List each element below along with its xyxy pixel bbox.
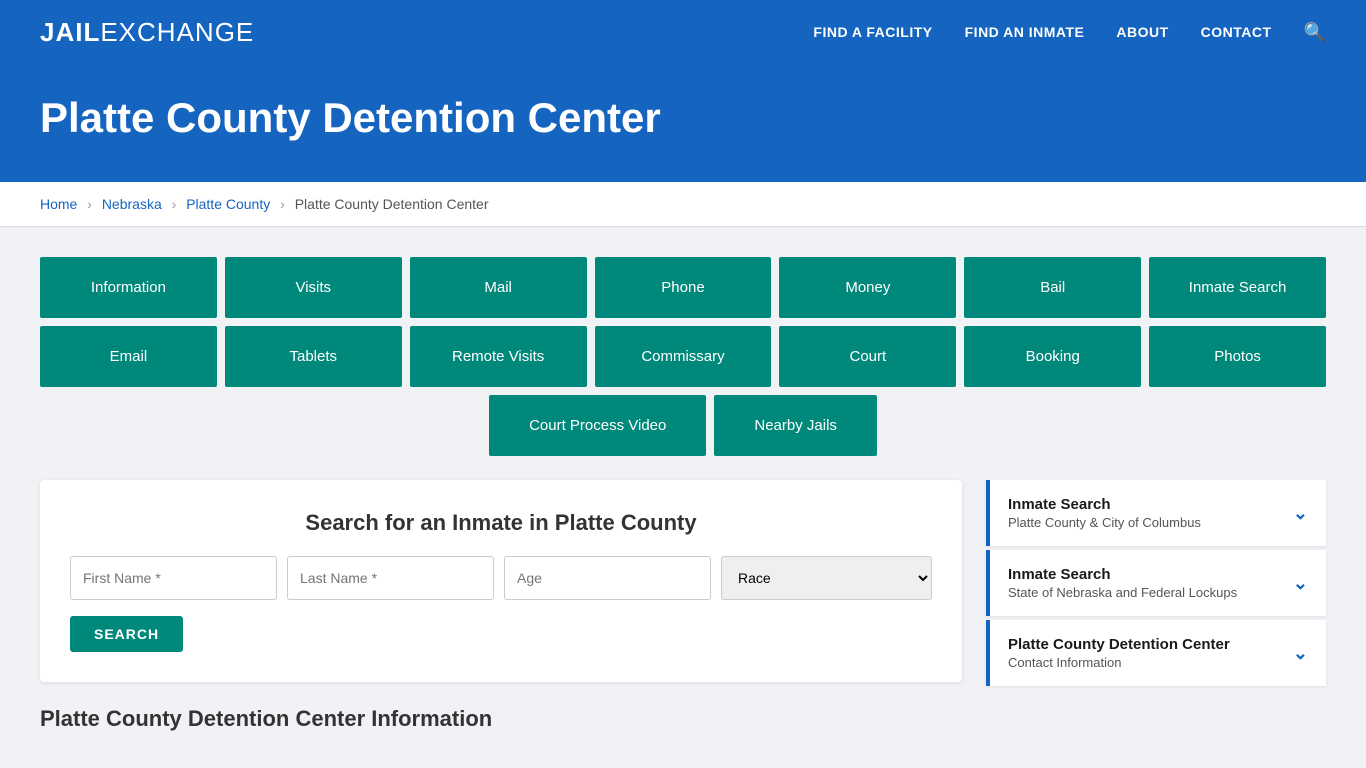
main-nav: FIND A FACILITY FIND AN INMATE ABOUT CON… bbox=[813, 22, 1326, 43]
content-area: Search for an Inmate in Platte County Ra… bbox=[40, 480, 1326, 732]
logo[interactable]: JAILEXCHANGE bbox=[40, 17, 254, 48]
chevron-down-icon-2: ⌄ bbox=[1293, 643, 1308, 664]
button-grid-row3: Court Process Video Nearby Jails bbox=[40, 395, 1326, 456]
logo-light: EXCHANGE bbox=[100, 17, 254, 47]
chevron-down-icon-0: ⌄ bbox=[1293, 503, 1308, 524]
sidebar-item-0-title: Inmate Search bbox=[1008, 496, 1201, 513]
sidebar: Inmate Search Platte County & City of Co… bbox=[986, 480, 1326, 690]
btn-photos[interactable]: Photos bbox=[1149, 326, 1326, 387]
last-name-input[interactable] bbox=[287, 556, 494, 600]
btn-commissary[interactable]: Commissary bbox=[595, 326, 772, 387]
btn-phone[interactable]: Phone bbox=[595, 257, 772, 318]
btn-court-process-video[interactable]: Court Process Video bbox=[489, 395, 706, 456]
btn-visits[interactable]: Visits bbox=[225, 257, 402, 318]
sidebar-item-1[interactable]: Inmate Search State of Nebraska and Fede… bbox=[986, 550, 1326, 616]
breadcrumb-sep-2: › bbox=[172, 196, 177, 212]
breadcrumb-sep-1: › bbox=[87, 196, 92, 212]
breadcrumb: Home › Nebraska › Platte County › Platte… bbox=[0, 182, 1366, 227]
sidebar-item-2-title: Platte County Detention Center bbox=[1008, 636, 1230, 653]
breadcrumb-platte-county[interactable]: Platte County bbox=[186, 196, 270, 212]
header: JAILEXCHANGE FIND A FACILITY FIND AN INM… bbox=[0, 0, 1366, 64]
sidebar-item-0-subtitle: Platte County & City of Columbus bbox=[1008, 515, 1201, 530]
first-name-input[interactable] bbox=[70, 556, 277, 600]
breadcrumb-sep-3: › bbox=[280, 196, 285, 212]
button-grid-row1: Information Visits Mail Phone Money Bail… bbox=[40, 257, 1326, 318]
sidebar-item-0[interactable]: Inmate Search Platte County & City of Co… bbox=[986, 480, 1326, 546]
nav-about[interactable]: ABOUT bbox=[1116, 24, 1168, 40]
btn-court[interactable]: Court bbox=[779, 326, 956, 387]
breadcrumb-home[interactable]: Home bbox=[40, 196, 77, 212]
logo-bold: JAIL bbox=[40, 17, 100, 47]
breadcrumb-nebraska[interactable]: Nebraska bbox=[102, 196, 162, 212]
btn-information[interactable]: Information bbox=[40, 257, 217, 318]
search-fields: Race White Black Hispanic Asian Other bbox=[70, 556, 932, 600]
btn-remote-visits[interactable]: Remote Visits bbox=[410, 326, 587, 387]
search-title: Search for an Inmate in Platte County bbox=[70, 510, 932, 536]
nav-find-facility[interactable]: FIND A FACILITY bbox=[813, 24, 932, 40]
left-column: Search for an Inmate in Platte County Ra… bbox=[40, 480, 962, 732]
sidebar-item-1-title: Inmate Search bbox=[1008, 566, 1237, 583]
button-grid-row2: Email Tablets Remote Visits Commissary C… bbox=[40, 326, 1326, 387]
nav-find-inmate[interactable]: FIND AN INMATE bbox=[965, 24, 1085, 40]
sidebar-item-2[interactable]: Platte County Detention Center Contact I… bbox=[986, 620, 1326, 686]
search-icon[interactable]: 🔍 bbox=[1304, 22, 1326, 43]
chevron-down-icon-1: ⌄ bbox=[1293, 573, 1308, 594]
search-button[interactable]: SEARCH bbox=[70, 616, 183, 652]
nav-contact[interactable]: CONTACT bbox=[1201, 24, 1272, 40]
hero-section: Platte County Detention Center bbox=[0, 64, 1366, 182]
bottom-section-title: Platte County Detention Center Informati… bbox=[40, 682, 962, 732]
btn-bail[interactable]: Bail bbox=[964, 257, 1141, 318]
inmate-search-box: Search for an Inmate in Platte County Ra… bbox=[40, 480, 962, 682]
age-input[interactable] bbox=[504, 556, 711, 600]
sidebar-item-2-subtitle: Contact Information bbox=[1008, 655, 1230, 670]
btn-money[interactable]: Money bbox=[779, 257, 956, 318]
btn-inmate-search[interactable]: Inmate Search bbox=[1149, 257, 1326, 318]
btn-tablets[interactable]: Tablets bbox=[225, 326, 402, 387]
btn-booking[interactable]: Booking bbox=[964, 326, 1141, 387]
btn-email[interactable]: Email bbox=[40, 326, 217, 387]
race-select[interactable]: Race White Black Hispanic Asian Other bbox=[721, 556, 932, 600]
breadcrumb-current: Platte County Detention Center bbox=[295, 196, 489, 212]
sidebar-item-1-subtitle: State of Nebraska and Federal Lockups bbox=[1008, 585, 1237, 600]
page-title: Platte County Detention Center bbox=[40, 94, 1326, 142]
btn-nearby-jails[interactable]: Nearby Jails bbox=[714, 395, 877, 456]
btn-mail[interactable]: Mail bbox=[410, 257, 587, 318]
main-content: Information Visits Mail Phone Money Bail… bbox=[0, 227, 1366, 762]
